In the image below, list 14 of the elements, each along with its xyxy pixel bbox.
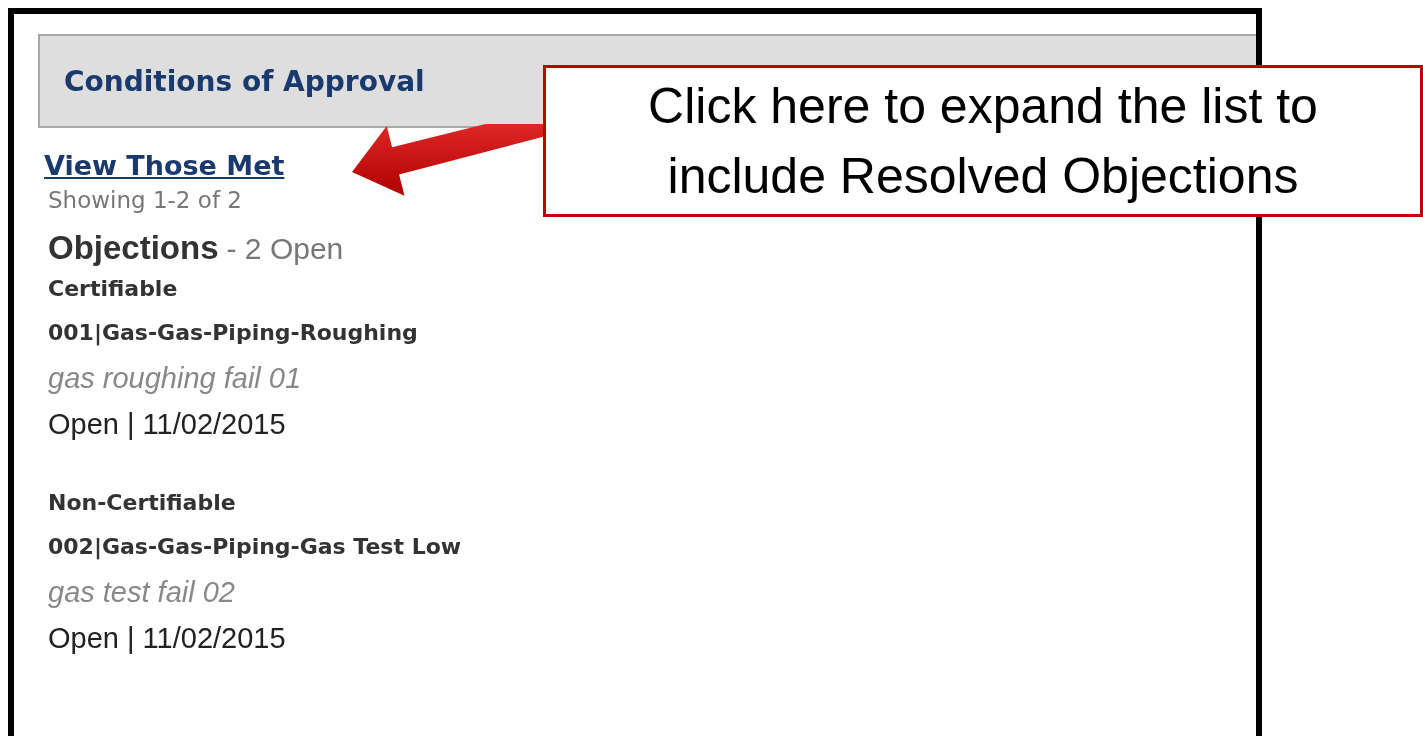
result-count: Showing 1-2 of 2 [47,187,243,213]
objection-category: Non-Certifiable [48,489,237,517]
objection-status: Open | 11/02/2015 [48,407,287,442]
panel-title: Conditions of Approval [64,64,425,98]
objection-name: 001|Gas-Gas-Piping-Roughing [48,319,419,348]
objection-comment: gas roughing fail 01 [48,361,303,396]
objection-name: 002|Gas-Gas-Piping-Gas Test Low [48,533,463,562]
section-title: Objections [48,229,219,266]
view-those-met-link[interactable]: View Those Met [44,150,285,181]
objection-status: Open | 11/02/2015 [48,621,287,656]
callout-text: Click here to expand the list to include Resolved Objections [647,77,1319,206]
objection-category: Certifiable [48,275,179,303]
objection-comment: gas test fail 02 [48,575,236,610]
open-count: - 2 Open [226,232,344,265]
